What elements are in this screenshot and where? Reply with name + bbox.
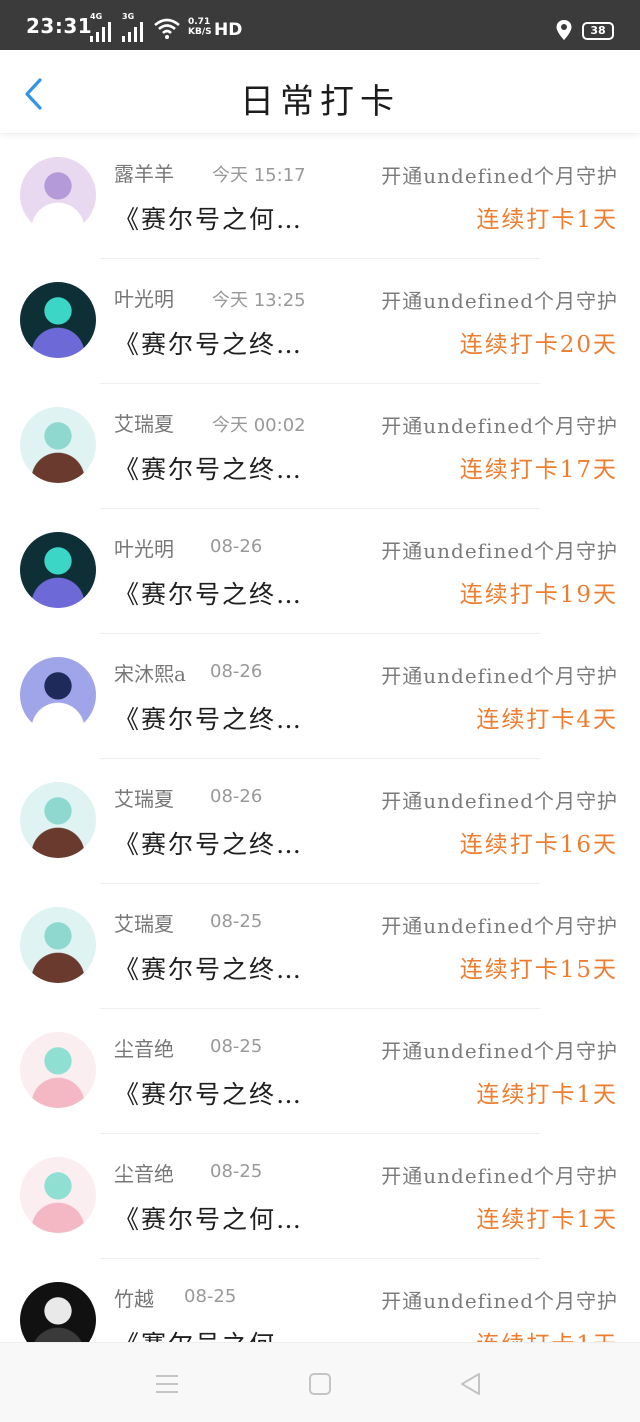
avatar[interactable] — [20, 1282, 96, 1342]
signal-icon-sim1: 4G — [90, 12, 116, 42]
user-name: 艾瑞夏 — [114, 412, 174, 436]
user-name: 艾瑞夏 — [114, 787, 174, 811]
list-item[interactable]: 艾瑞夏 今天 00:02 《赛尔号之终… 开通undefined个月守护连续打卡17天 — [0, 384, 640, 509]
streak-count: 连续打卡16天 — [459, 832, 618, 858]
content-title: 《赛尔号之终… — [114, 955, 304, 984]
list-item[interactable]: 叶光明 08-26 《赛尔号之终… 开通undefined个月守护连续打卡19天 — [0, 509, 640, 634]
avatar[interactable] — [20, 1157, 96, 1233]
speed-value: 0.71 — [188, 17, 211, 27]
streak-count: 连续打卡4天 — [476, 707, 618, 733]
checkin-time: 08-25 — [184, 1286, 237, 1307]
list-item[interactable]: 尘音绝 08-25 《赛尔号之何… 开通undefined个月守护连续打卡1天 — [0, 1134, 640, 1259]
system-nav-bar — [0, 1342, 640, 1422]
avatar[interactable] — [20, 282, 96, 358]
checkin-time: 今天 13:25 — [212, 290, 306, 311]
menu-icon[interactable] — [154, 1371, 180, 1397]
streak-count: 连续打卡17天 — [459, 457, 618, 483]
avatar[interactable] — [20, 157, 96, 233]
status-time: 23:31 — [26, 14, 93, 38]
streak-count: 连续打卡1天 — [476, 1082, 618, 1108]
guard-status: 开通undefined个月守护 — [381, 289, 618, 313]
checkin-time: 今天 00:02 — [212, 415, 306, 436]
checkin-time: 08-25 — [210, 911, 263, 932]
streak-count: 连续打卡15天 — [459, 957, 618, 983]
guard-status: 开通undefined个月守护 — [381, 1164, 618, 1188]
square-home-icon[interactable] — [307, 1371, 333, 1397]
checkin-time: 08-26 — [210, 661, 263, 682]
user-name: 艾瑞夏 — [114, 912, 174, 936]
checkin-time: 08-25 — [210, 1036, 263, 1057]
battery-icon: 38 — [582, 22, 614, 40]
guard-status: 开通undefined个月守护 — [381, 1039, 618, 1063]
sim2-label: 3G — [122, 12, 135, 21]
streak-count: 连续打卡1天 — [476, 207, 618, 233]
location-icon — [556, 20, 572, 40]
speed-unit: KB/S — [188, 27, 212, 37]
list-item[interactable]: 叶光明 今天 13:25 《赛尔号之终… 开通undefined个月守护连续打卡20天 — [0, 259, 640, 384]
network-speed: 0.71 KB/S — [188, 17, 212, 37]
content-title: 《赛尔号之终… — [114, 455, 304, 484]
guard-status: 开通undefined个月守护 — [381, 664, 618, 688]
wifi-icon — [154, 18, 180, 39]
user-name: 露羊羊 — [114, 162, 174, 186]
checkin-time: 08-25 — [210, 1161, 263, 1182]
content-title: 《赛尔号之何… — [114, 205, 304, 234]
avatar[interactable] — [20, 1032, 96, 1108]
content-title: 《赛尔号之终… — [114, 705, 304, 734]
list-item[interactable]: 艾瑞夏 08-26 《赛尔号之终… 开通undefined个月守护连续打卡16天 — [0, 759, 640, 884]
user-name: 叶光明 — [114, 537, 174, 561]
list-item[interactable]: 尘音绝 08-25 《赛尔号之终… 开通undefined个月守护连续打卡1天 — [0, 1009, 640, 1134]
streak-count: 连续打卡1天 — [476, 1325, 618, 1342]
content-title: 《赛尔号之终… — [114, 830, 304, 859]
content-title: 《赛尔号之何… — [114, 1325, 303, 1342]
user-name: 叶光明 — [114, 287, 174, 311]
user-name: 竹越 — [114, 1287, 154, 1311]
signal-icon-sim2: 3G — [122, 12, 148, 42]
user-name: 尘音绝 — [114, 1162, 174, 1186]
list-item[interactable]: 宋沐熙a 08-26 《赛尔号之终… 开通undefined个月守护连续打卡4天 — [0, 634, 640, 759]
content-title: 《赛尔号之终… — [114, 1080, 304, 1109]
hd-indicator: HD — [214, 20, 243, 40]
user-name: 宋沐熙a — [114, 662, 186, 686]
content-title: 《赛尔号之何… — [114, 1205, 304, 1234]
page-title: 日常打卡 — [240, 82, 400, 122]
checkin-time: 08-26 — [210, 786, 263, 807]
list-item[interactable]: 竹越 08-25 《赛尔号之何… 开通undefined个月守护连续打卡1天 — [0, 1259, 640, 1342]
guard-status: 开通undefined个月守护 — [381, 539, 618, 563]
list-item[interactable]: 露羊羊 今天 15:17 《赛尔号之何… 开通undefined个月守护连续打卡1天 — [0, 134, 640, 259]
guard-status: 开通undefined个月守护 — [381, 789, 618, 813]
page-header: 日常打卡 — [0, 50, 640, 134]
list-item[interactable]: 艾瑞夏 08-25 《赛尔号之终… 开通undefined个月守护连续打卡15天 — [0, 884, 640, 1009]
checkin-time: 今天 15:17 — [212, 165, 306, 186]
user-name: 尘音绝 — [114, 1037, 174, 1061]
checkin-list[interactable]: 露羊羊 今天 15:17 《赛尔号之何… 开通undefined个月守护 连续打卡1天叶… — [0, 134, 640, 1342]
guard-status: 开通undefined个月守护 — [381, 414, 618, 438]
guard-status: 开通undefined个月守护 — [381, 1289, 618, 1313]
avatar[interactable] — [20, 907, 96, 983]
sim1-label: 4G — [90, 12, 103, 21]
battery-level: 38 — [590, 24, 606, 37]
checkin-time: 08-26 — [210, 536, 263, 557]
triangle-back-icon[interactable] — [458, 1371, 484, 1397]
guard-status: 开通undefined个月守护 — [381, 914, 618, 938]
guard-status: 开通undefined个月守护 — [381, 164, 618, 188]
avatar[interactable] — [20, 407, 96, 483]
content-title: 《赛尔号之终… — [114, 330, 304, 359]
streak-count: 连续打卡1天 — [476, 1207, 618, 1233]
streak-count: 连续打卡19天 — [459, 582, 618, 608]
avatar[interactable] — [20, 532, 96, 608]
avatar[interactable] — [20, 782, 96, 858]
avatar[interactable] — [20, 657, 96, 733]
status-bar: 23:31 4G 3G 0.71 KB/S HD 38 — [0, 0, 640, 50]
streak-count: 连续打卡20天 — [459, 332, 618, 358]
content-title: 《赛尔号之终… — [114, 580, 304, 609]
